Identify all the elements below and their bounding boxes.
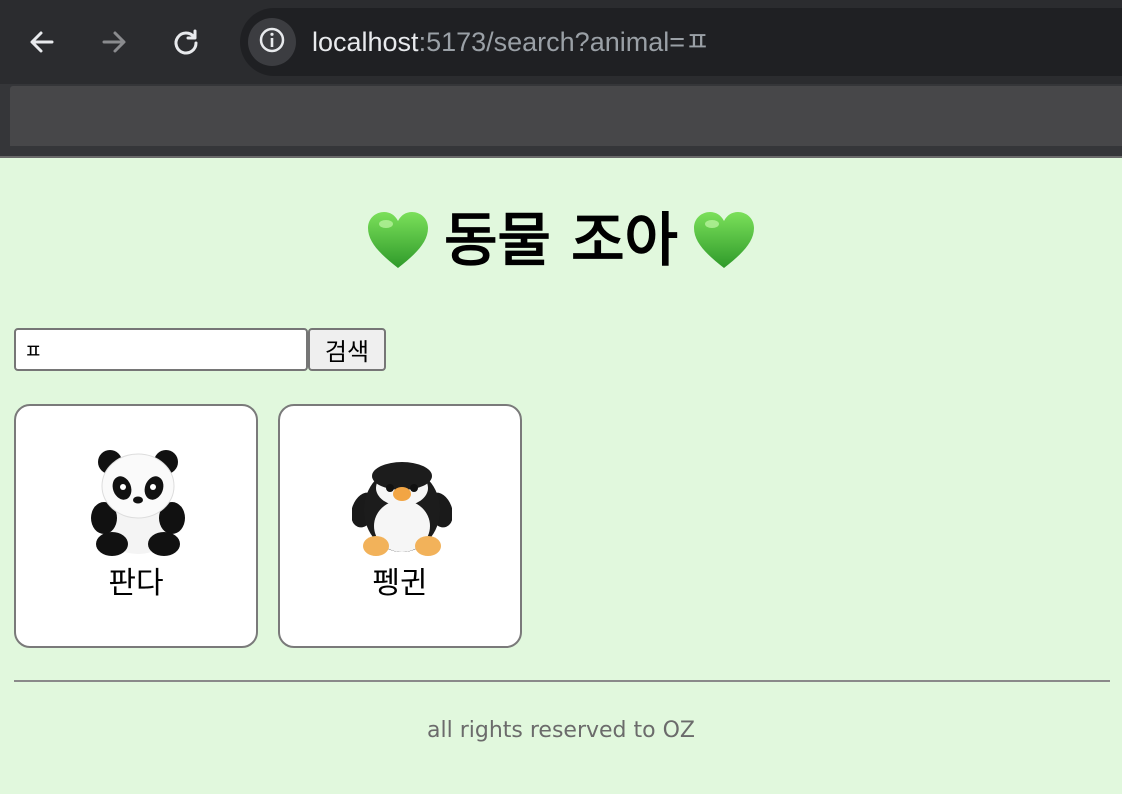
animal-card-panda[interactable]: 판다 xyxy=(14,404,258,648)
footer-divider xyxy=(14,680,1110,682)
green-heart-icon xyxy=(366,210,430,270)
bookmarks-bar-area xyxy=(10,86,1122,146)
address-bar[interactable]: localhost:5173/search?animal=ㅍ xyxy=(240,8,1122,76)
url-text[interactable]: localhost:5173/search?animal=ㅍ xyxy=(312,8,710,76)
url-host: localhost xyxy=(312,27,419,57)
forward-button[interactable] xyxy=(92,20,136,64)
bookmarks-bar xyxy=(0,84,1122,156)
back-button[interactable] xyxy=(20,20,64,64)
animal-card-label: 판다 xyxy=(108,566,164,601)
info-icon xyxy=(258,26,286,58)
browser-toolbar: localhost:5173/search?animal=ㅍ xyxy=(0,0,1122,84)
animal-card-label: 펭귄 xyxy=(372,566,428,601)
url-path: :5173/search?animal=ㅍ xyxy=(418,27,710,57)
footer-text: all rights reserved to OZ xyxy=(427,718,695,743)
chrome-divider xyxy=(0,156,1122,158)
page-title-text: 동물 조아 xyxy=(444,206,678,274)
green-heart-icon xyxy=(692,210,756,270)
panda-plush-image xyxy=(88,448,188,556)
penguin-plush-image xyxy=(351,448,453,556)
page-title: 동물 조아 xyxy=(0,200,1122,280)
reload-icon xyxy=(172,28,200,56)
search-input[interactable] xyxy=(14,328,308,371)
arrow-left-icon xyxy=(28,28,56,56)
animal-card-penguin[interactable]: 펭귄 xyxy=(278,404,522,648)
arrow-right-icon xyxy=(100,28,128,56)
site-info-button[interactable] xyxy=(248,18,296,66)
reload-button[interactable] xyxy=(164,20,208,64)
search-button[interactable]: 검색 xyxy=(308,328,386,371)
